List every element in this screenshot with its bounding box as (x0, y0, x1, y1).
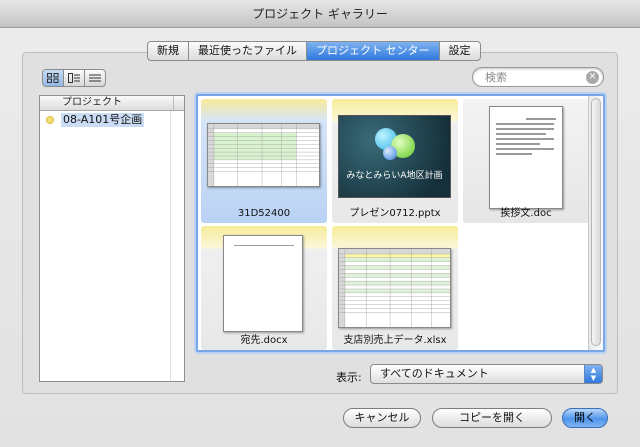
popup-arrows-icon: ▲ ▼ (584, 365, 602, 383)
document-thumbnail (223, 235, 303, 332)
column-divider (173, 96, 174, 110)
window-title: プロジェクト ギャラリー (252, 7, 388, 21)
presentation-thumbnail: みなとみらいA地区計画 (338, 115, 451, 198)
document-thumbnail (489, 106, 563, 209)
document-filter-select[interactable]: すべてのドキュメント ▲ ▼ (370, 364, 603, 384)
sidebar-header-label: プロジェクト (62, 97, 122, 108)
search-field[interactable]: ✕ (472, 67, 604, 87)
sidebar-scroll-area (170, 111, 184, 381)
gallery-item-name: 宛先.docx (240, 335, 288, 346)
search-input[interactable] (485, 70, 581, 84)
slide-title: みなとみらいA地区計画 (346, 171, 443, 181)
tab-project-center[interactable]: プロジェクト センター (307, 42, 440, 60)
gallery-item-document-atesaki[interactable]: 宛先.docx (201, 226, 327, 350)
gallery-item-31d52400[interactable]: 31D52400 (201, 99, 327, 223)
title-bar: プロジェクト ギャラリー (0, 0, 640, 28)
tab-bar: 新規 最近使ったファイル プロジェクト センター 設定 (147, 41, 481, 61)
sidebar-item-label: 08-A101号企画 (61, 113, 145, 127)
list-view-button[interactable] (85, 70, 105, 86)
gallery-item-name: プレゼン0712.pptx (349, 208, 441, 219)
tab-new[interactable]: 新規 (148, 42, 189, 60)
project-gallery-window: プロジェクト ギャラリー 新規 最近使ったファイル プロジェクト センター 設定 (0, 0, 640, 447)
view-mode-selector (42, 69, 106, 87)
gallery-item-document-aisatsu[interactable]: 挨拶文.doc (463, 99, 589, 223)
open-button[interactable]: 開く (562, 408, 608, 428)
gallery-scrollbar[interactable] (588, 96, 603, 350)
filter-value: すべてのドキュメント (380, 367, 489, 380)
column-view-button[interactable] (64, 70, 85, 86)
open-copy-button[interactable]: コピーを開く (432, 408, 552, 428)
document-gallery: 31D52400 みなとみらいA地区計画 プレゼン0712.pptx 挨拶文.d… (196, 94, 605, 352)
scrollbar-thumb[interactable] (591, 98, 601, 346)
gallery-item-name: 支店別売上データ.xlsx (343, 335, 447, 346)
sidebar-item-project[interactable]: 08-A101号企画 (40, 112, 184, 128)
list-view-icon (89, 74, 101, 82)
spreadsheet-thumbnail (207, 123, 320, 187)
project-color-dot-icon (46, 116, 54, 124)
column-view-icon (68, 73, 80, 83)
project-sidebar: プロジェクト 08-A101号企画 (39, 95, 185, 382)
tab-settings[interactable]: 設定 (440, 42, 480, 60)
gallery-item-presentation[interactable]: みなとみらいA地区計画 プレゼン0712.pptx (332, 99, 458, 223)
filter-label: 表示: (336, 371, 362, 384)
gallery-item-sales-data[interactable]: 支店別売上データ.xlsx (332, 226, 458, 350)
gallery-item-name: 31D52400 (237, 208, 291, 219)
grid-view-icon (47, 73, 59, 83)
grid-view-button[interactable] (43, 70, 64, 86)
clear-search-icon[interactable]: ✕ (586, 71, 599, 84)
tab-recent-files[interactable]: 最近使ったファイル (189, 42, 307, 60)
gallery-item-name: 挨拶文.doc (500, 208, 552, 219)
cancel-button[interactable]: キャンセル (343, 408, 421, 428)
sidebar-header[interactable]: プロジェクト (40, 96, 184, 111)
spreadsheet-thumbnail (338, 248, 451, 328)
